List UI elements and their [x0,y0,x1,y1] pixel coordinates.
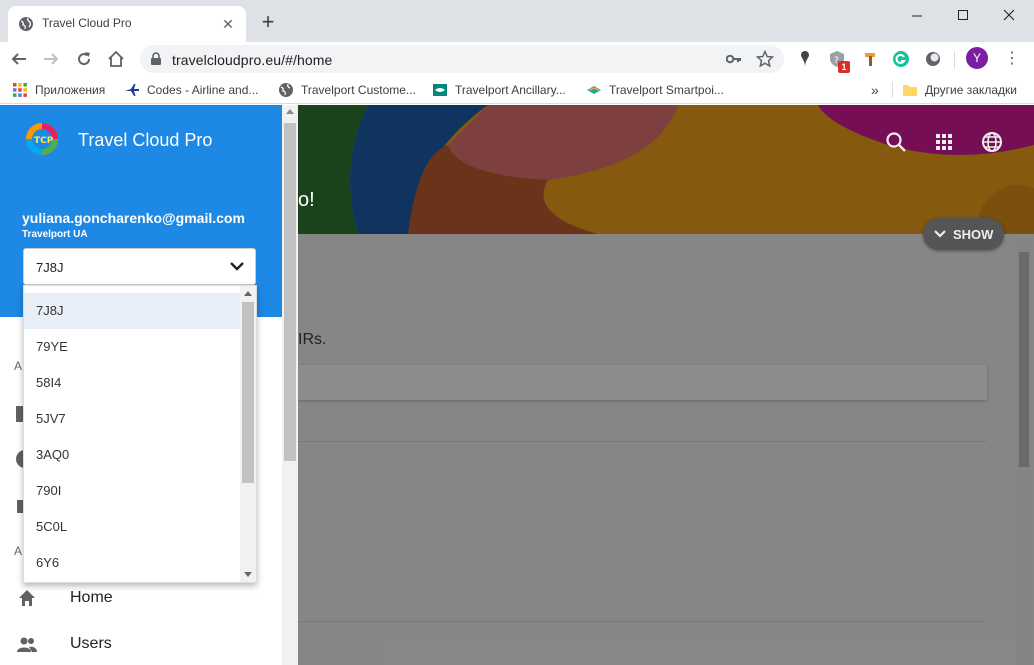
hammer-extension-icon[interactable] [862,50,880,68]
pcc-option[interactable]: 3AQ0 [24,437,240,473]
profile-avatar[interactable]: Y [966,47,988,69]
home-outline-icon [108,50,124,67]
bookmarks-bar: Приложения Codes - Airline and... Travel… [0,76,1034,104]
apps-grid-icon [13,83,27,97]
scrollbar-thumb[interactable] [284,123,296,461]
close-icon [1003,9,1015,21]
reload-icon [78,52,91,66]
home-button[interactable] [103,46,129,72]
scroll-up-arrow[interactable] [244,291,252,296]
language-globe-icon[interactable] [981,131,1003,153]
pcc-dropdown-list: 7J8J 79YE 58I4 5JV7 3AQ0 790I 5C0L 6Y6 [23,285,257,583]
circle-extension-icon[interactable] [924,50,942,68]
user-organization: Travelport UA [22,229,88,240]
app-title: Travel Cloud Pro [78,130,213,150]
bookmarks-overflow-button[interactable]: » [871,82,879,98]
scroll-down-arrow[interactable] [244,572,252,577]
section-heading: A [14,544,23,558]
pcc-option[interactable]: 6Y6 [24,545,240,581]
browser-tabbar: Travel Cloud Pro ✕ + [0,0,1034,42]
pcc-option[interactable]: 5C0L [24,509,240,545]
nav-item-home[interactable]: Home [0,577,282,621]
back-button[interactable] [6,46,32,72]
minimize-icon [912,15,922,17]
section-heading: A [14,359,23,373]
svg-text:TCP: TCP [34,136,54,146]
bookmark-travelport-smartpoint[interactable]: Travelport Smartpoi... [586,82,724,98]
url-text: travelcloudpro.eu/#/home [172,52,333,68]
scroll-up-arrow[interactable] [286,109,294,114]
pcc-option[interactable]: 790I [24,473,240,509]
pcc-option[interactable]: 5JV7 [24,401,240,437]
key-icon[interactable] [726,52,742,66]
browser-toolbar: travelcloudpro.eu/#/home ? 1 Y ⋮ [0,42,1034,76]
apps-icon[interactable] [933,131,955,153]
browser-menu-icon[interactable]: ⋮ [1004,49,1020,69]
grammarly-icon[interactable] [892,50,910,68]
arrow-right-icon [44,53,59,65]
address-bar[interactable]: travelcloudpro.eu/#/home [140,45,784,73]
minimize-button[interactable] [894,0,940,30]
bookmark-codes[interactable]: Codes - Airline and... [124,82,258,98]
bookmark-travelport-ancillary[interactable]: Travelport Ancillary... [432,82,566,98]
pcc-option[interactable]: 79YE [24,329,240,365]
tcp-logo-icon: TCP [26,123,58,155]
dropdown-scrollbar[interactable] [240,286,256,582]
browser-tab[interactable]: Travel Cloud Pro ✕ [8,6,246,42]
users-icon [17,637,37,652]
bookmark-label: Travelport Ancillary... [455,83,566,97]
bookmark-label: Другие закладки [925,83,1017,97]
page-viewport: o! IRs. SHOW TCP Travel Cloud Pro yulian… [0,105,1034,665]
nav-item-users[interactable]: Users [0,623,282,665]
maximize-button[interactable] [940,0,986,30]
pcc-option[interactable]: 58I4 [24,365,240,401]
bookmark-label: Codes - Airline and... [147,83,259,97]
modal-overlay[interactable] [298,105,1034,665]
home-icon [19,590,35,606]
chevron-down-icon [934,230,946,238]
airplane-icon [125,84,139,96]
smartpoint-icon [587,86,601,94]
pcc-select[interactable]: 7J8J [23,248,256,285]
drawer-scrollbar[interactable] [282,105,298,665]
pnrs-text: IRs. [298,331,327,348]
chevron-down-icon [230,262,244,271]
bookmark-label: Travelport Smartpoi... [609,83,724,97]
forward-button[interactable] [38,46,64,72]
close-window-button[interactable] [986,0,1032,30]
toolbar-divider [954,51,955,69]
user-email: yuliana.goncharenko@gmail.com [22,210,245,226]
nav-item-label: Home [70,589,113,606]
pin-extension-icon[interactable] [796,50,814,68]
scrollbar-thumb[interactable] [242,302,254,483]
globe-icon [279,83,293,97]
extension-badge: 1 [838,61,850,73]
reload-button[interactable] [71,46,97,72]
bookmark-apps[interactable]: Приложения [12,82,105,98]
maximize-icon [958,10,968,20]
bookmark-label: Travelport Custome... [301,83,416,97]
bookmark-label: Приложения [35,83,106,97]
globe-icon [19,17,33,31]
new-tab-button[interactable]: + [256,11,280,35]
pcc-option[interactable]: 7J8J [24,293,240,329]
bookmarks-divider [892,82,893,98]
tab-title: Travel Cloud Pro [42,16,132,30]
bookmark-travelport-customer[interactable]: Travelport Custome... [278,82,416,98]
bookmark-other-folder[interactable]: Другие закладки [902,82,1017,98]
pcc-select-value: 7J8J [36,260,64,275]
show-button-label: SHOW [953,226,994,242]
lock-icon [151,52,161,65]
nav-item-label: Users [70,635,112,652]
ancillary-icon [433,84,447,96]
search-icon[interactable] [885,131,907,153]
shield-extension-button[interactable]: ? 1 [828,50,852,73]
star-icon[interactable] [756,50,774,68]
tab-close-icon[interactable]: ✕ [218,14,238,34]
folder-icon [903,85,917,96]
arrow-left-icon [11,53,26,65]
show-button[interactable]: SHOW [923,218,1004,250]
hero-greeting: o! [298,189,315,211]
